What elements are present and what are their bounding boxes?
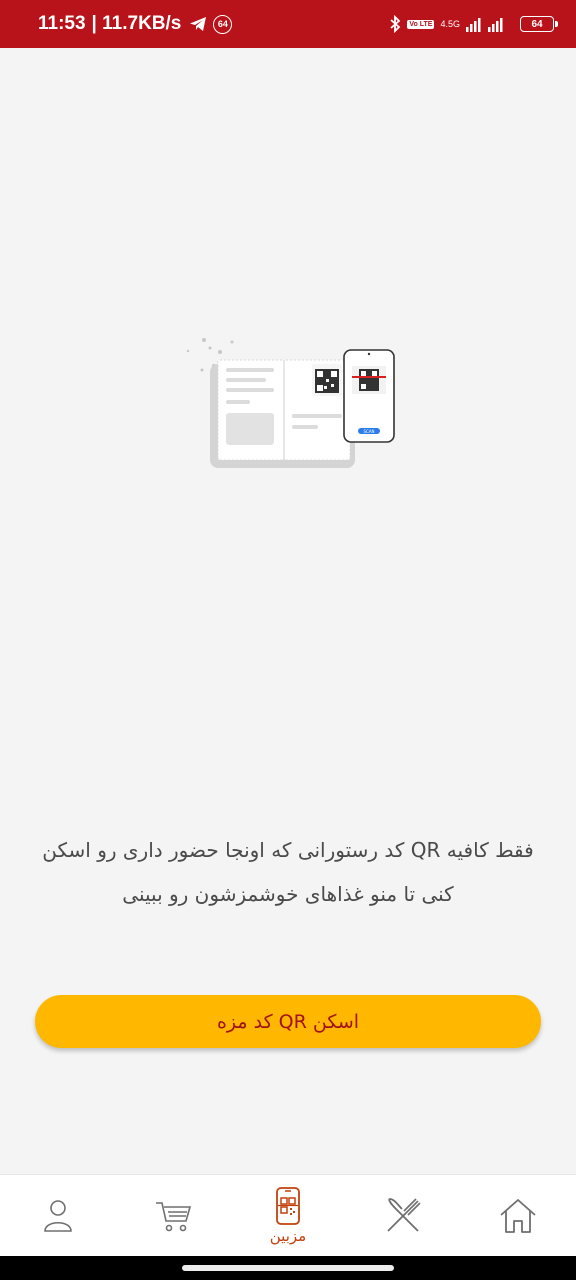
- profile-icon: [43, 1199, 72, 1232]
- qr-instruction-text: فقط کافیه QR کد رستورانی که اونجا حضور د…: [42, 838, 534, 906]
- bottom-nav: مزبین: [0, 1174, 576, 1256]
- volte-badge: Vo LTE: [407, 19, 435, 29]
- qr-scan-icon: [276, 1186, 300, 1225]
- illustration-scan-label: SCAN: [363, 429, 374, 434]
- telegram-icon: [190, 17, 207, 31]
- nav-profile[interactable]: [0, 1175, 115, 1256]
- bluetooth-icon: [390, 15, 401, 33]
- network-speed: | 11.7KB/s: [91, 13, 182, 34]
- battery-indicator: 64: [520, 16, 558, 32]
- qr-menu-scan-illustration: SCAN: [186, 338, 395, 468]
- status-time: 11:53: [38, 13, 86, 34]
- cart-icon: [155, 1201, 191, 1231]
- gesture-bar: [0, 1256, 576, 1280]
- restaurant-utensils-icon: [387, 1197, 421, 1232]
- nav-cart[interactable]: [115, 1175, 230, 1256]
- nav-home[interactable]: [461, 1175, 576, 1256]
- nav-mazbin-label: مزبین: [269, 1226, 307, 1245]
- signal-type: 4.5G: [440, 18, 460, 29]
- status-bar: 11:53 | 11.7KB/s 64 Vo LTE 4.5G 64: [0, 0, 576, 48]
- signal-icon: [466, 18, 503, 32]
- nav-mazbin[interactable]: مزبین: [230, 1175, 345, 1256]
- home-indicator[interactable]: [182, 1265, 394, 1271]
- scan-qr-button[interactable]: اسکن QR کد مزه: [35, 995, 541, 1048]
- nav-restaurant[interactable]: [346, 1175, 461, 1256]
- notification-badge: 64: [213, 14, 233, 34]
- home-icon: [500, 1198, 536, 1233]
